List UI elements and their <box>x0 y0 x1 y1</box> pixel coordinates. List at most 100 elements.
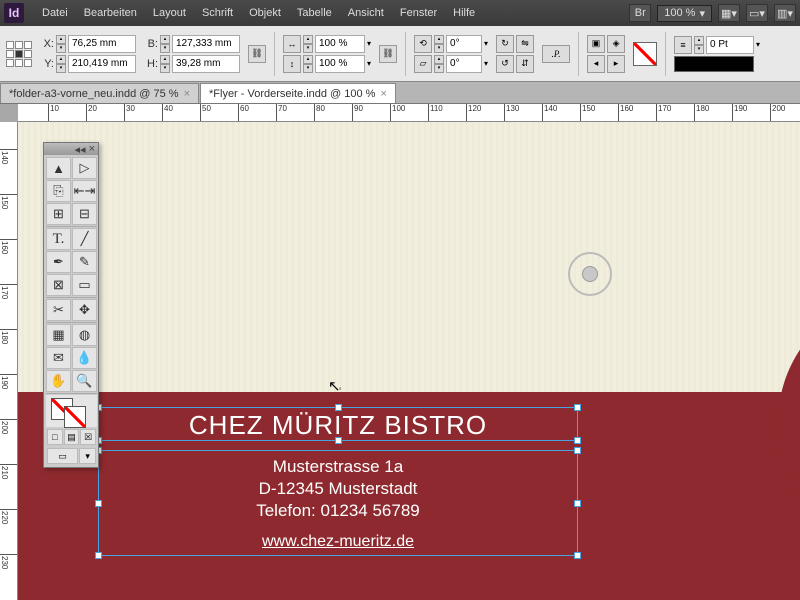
free-transform-tool[interactable]: ✥ <box>72 299 97 321</box>
menu-hilfe[interactable]: Hilfe <box>445 7 483 19</box>
flyer-addr1: Musterstrasse 1a <box>99 457 577 477</box>
tab-flyer[interactable]: *Flyer - Vorderseite.indd @ 100 %× <box>200 83 396 103</box>
eyedropper-tool[interactable]: 💧 <box>72 347 97 369</box>
note-tool[interactable]: ✉ <box>46 347 71 369</box>
selection-tool[interactable]: ▲ <box>46 157 71 179</box>
x-spinner[interactable]: ▴▾ <box>56 35 66 53</box>
x-input[interactable]: 76,25 mm <box>68 35 136 53</box>
ruler-horizontal: 0102030405060708090100110120130140150160… <box>18 104 800 122</box>
flyer-title: CHEZ MÜRITZ BISTRO <box>99 410 577 441</box>
content-placer-tool[interactable]: ⊟ <box>72 203 97 225</box>
stroke-spinner[interactable]: ▴▾ <box>694 36 704 54</box>
menu-bearbeiten[interactable]: Bearbeiten <box>76 7 145 19</box>
menu-objekt[interactable]: Objekt <box>241 7 289 19</box>
pencil-tool[interactable]: ✎ <box>72 251 97 273</box>
zoom-tool[interactable]: 🔍 <box>72 370 97 392</box>
rectangle-tool[interactable]: ▭ <box>72 274 97 296</box>
shear-spinner[interactable]: ▴▾ <box>434 55 444 73</box>
flyer-addr2: D-12345 Musterstadt <box>99 479 577 499</box>
gradient-feather-tool[interactable]: ◍ <box>72 324 97 346</box>
view-options-icon[interactable]: ▦▾ <box>718 4 740 22</box>
gap-tool[interactable]: ⇤⇥ <box>72 180 97 202</box>
document-page: M CHEZ MÜRITZ BISTRO Musterstrasse 1a D-… <box>18 122 800 600</box>
w-spinner[interactable]: ▴▾ <box>160 35 170 53</box>
gradient-swatch-tool[interactable]: ▦ <box>46 324 71 346</box>
sx-spinner[interactable]: ▴▾ <box>303 35 313 53</box>
apply-gradient[interactable]: ▤ <box>64 429 80 445</box>
hand-tool[interactable]: ✋ <box>46 370 71 392</box>
close-icon[interactable]: × <box>184 88 190 100</box>
text-frame-address[interactable]: Musterstrasse 1a D-12345 Musterstadt Tel… <box>98 450 578 556</box>
bridge-button[interactable]: Br <box>629 4 651 22</box>
menu-schrift[interactable]: Schrift <box>194 7 241 19</box>
zoom-level[interactable]: 100 %▾ <box>657 5 712 22</box>
menu-datei[interactable]: Datei <box>34 7 76 19</box>
shear-input[interactable]: 0° <box>446 55 482 73</box>
stroke-style[interactable] <box>674 56 754 72</box>
stroke-weight-input[interactable]: 0 Pt <box>706 36 754 54</box>
scale-y-input[interactable]: 100 % <box>315 55 365 73</box>
menu-bar: Id Datei Bearbeiten Layout Schrift Objek… <box>0 0 800 26</box>
direct-selection-tool[interactable]: ▷ <box>72 157 97 179</box>
close-icon[interactable]: × <box>380 88 386 100</box>
h-input[interactable]: 39,28 mm <box>172 55 240 73</box>
fill-stroke-swatch[interactable] <box>46 395 97 427</box>
ruler-vertical: 130140150160170180190200210220230 <box>0 122 18 600</box>
line-tool[interactable]: ╱ <box>72 228 97 250</box>
toolbox-header[interactable]: ◂◂× <box>44 143 98 155</box>
flyer-phone: Telefon: 01234 56789 <box>99 501 577 521</box>
p-indicator: .P. <box>542 45 570 63</box>
scissors-tool[interactable]: ✂ <box>46 299 71 321</box>
screen-mode-icon[interactable]: ▭▾ <box>746 4 768 22</box>
apply-none[interactable]: ☒ <box>80 429 96 445</box>
y-label: Y: <box>40 58 54 70</box>
y-input[interactable]: 210,419 mm <box>68 55 136 73</box>
select-content-icon[interactable]: ◈ <box>607 35 625 53</box>
tab-folder[interactable]: *folder-a3-vorne_neu.indd @ 75 %× <box>0 83 199 103</box>
flip-v-icon[interactable]: ⇵ <box>516 55 534 73</box>
rotate-ccw-icon[interactable]: ↺ <box>496 55 514 73</box>
menu-ansicht[interactable]: Ansicht <box>340 7 392 19</box>
rectangle-frame-tool[interactable]: ⊠ <box>46 274 71 296</box>
constrain-scale-icon[interactable]: ⛓ <box>379 45 397 63</box>
canvas[interactable]: M CHEZ MÜRITZ BISTRO Musterstrasse 1a D-… <box>18 122 800 600</box>
control-bar: X:▴▾76,25 mm Y:▴▾210,419 mm B:▴▾127,333 … <box>0 26 800 82</box>
toolbox: ◂◂× ▲ ▷ ⎘ ⇤⇥ ⊞ ⊟ T. ╱ ✒ ✎ ⊠ ▭ ✂ ✥ ▦ ◍ <box>43 142 99 468</box>
rotate-input[interactable]: 0° <box>446 35 482 53</box>
app-logo: Id <box>4 3 24 23</box>
menu-tabelle[interactable]: Tabelle <box>289 7 340 19</box>
type-tool[interactable]: T. <box>46 228 71 250</box>
preview-mode[interactable]: ▾ <box>79 448 96 464</box>
content-collector-tool[interactable]: ⊞ <box>46 203 71 225</box>
rotate-icon: ⟲ <box>414 35 432 53</box>
w-input[interactable]: 127,333 mm <box>172 35 240 53</box>
h-label: H: <box>144 58 158 70</box>
scale-y-icon: ↕ <box>283 55 301 73</box>
scale-x-input[interactable]: 100 % <box>315 35 365 53</box>
chevron-down-icon: ▾ <box>699 7 705 20</box>
pen-tool[interactable]: ✒ <box>46 251 71 273</box>
h-spinner[interactable]: ▴▾ <box>160 55 170 73</box>
arrange-icon[interactable]: ▥▾ <box>774 4 796 22</box>
select-container-icon[interactable]: ▣ <box>587 35 605 53</box>
document-tabs: *folder-a3-vorne_neu.indd @ 75 %× *Flyer… <box>0 82 800 104</box>
constrain-link-icon[interactable]: ⛓ <box>248 45 266 63</box>
fill-swatch[interactable] <box>633 42 657 66</box>
apply-color[interactable]: □ <box>47 429 63 445</box>
menu-layout[interactable]: Layout <box>145 7 194 19</box>
rotate-cw-icon[interactable]: ↻ <box>496 35 514 53</box>
page-tool[interactable]: ⎘ <box>46 180 71 202</box>
menu-fenster[interactable]: Fenster <box>392 7 445 19</box>
sy-spinner[interactable]: ▴▾ <box>303 55 313 73</box>
text-frame-title[interactable]: CHEZ MÜRITZ BISTRO <box>98 407 578 441</box>
y-spinner[interactable]: ▴▾ <box>56 55 66 73</box>
w-label: B: <box>144 38 158 50</box>
select-next-icon[interactable]: ▸ <box>607 55 625 73</box>
select-prev-icon[interactable]: ◂ <box>587 55 605 73</box>
flyer-url: www.chez-mueritz.de <box>99 533 577 551</box>
reference-point[interactable] <box>6 41 32 67</box>
flip-h-icon[interactable]: ⇋ <box>516 35 534 53</box>
stroke-weight-icon: ≡ <box>674 36 692 54</box>
normal-view-mode[interactable]: ▭ <box>47 448 78 464</box>
rot-spinner[interactable]: ▴▾ <box>434 35 444 53</box>
